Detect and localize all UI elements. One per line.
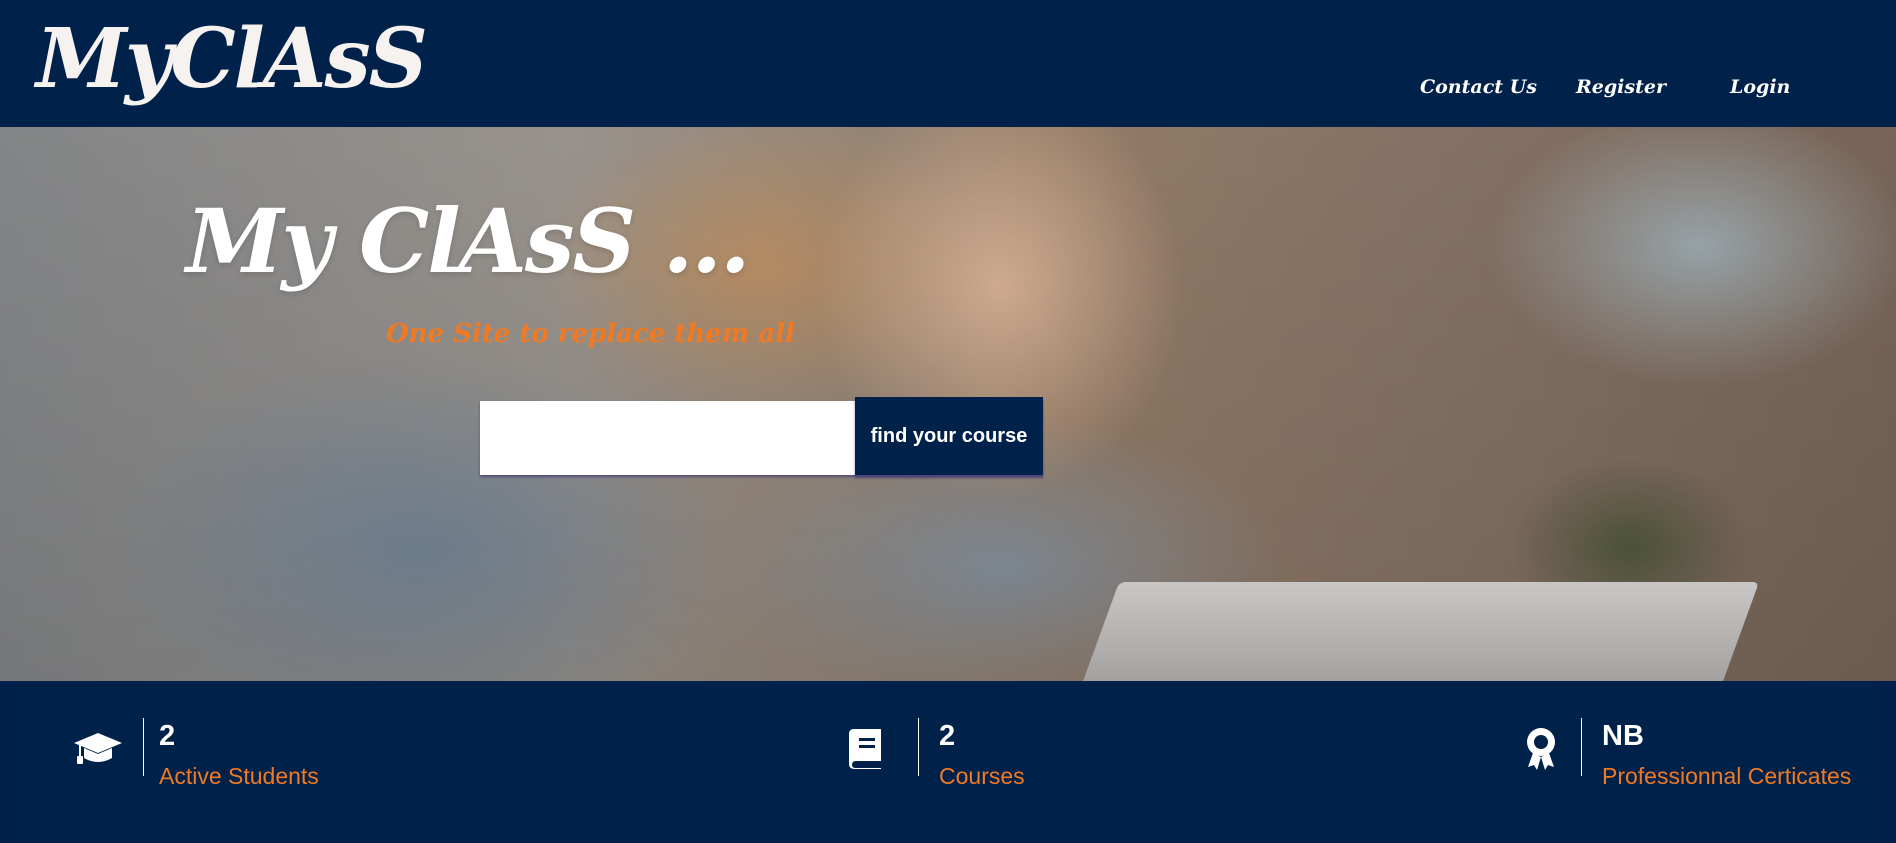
stat-value: 2 xyxy=(939,720,956,752)
stat-label: Professionnal Certicates xyxy=(1602,763,1852,789)
hero-subtitle: One Site to replace them all xyxy=(386,319,795,349)
stat-value: 2 xyxy=(159,720,176,752)
hero-laptop-graphic xyxy=(1060,582,1760,681)
site-header: MyClAsS Contact Us Register Login xyxy=(0,0,1896,127)
stat-label: Active Students xyxy=(159,763,319,789)
site-logo[interactable]: MyClAsS xyxy=(36,18,428,100)
find-course-button[interactable]: find your course xyxy=(855,397,1043,475)
stat-label: Courses xyxy=(939,763,1025,789)
stat-divider xyxy=(918,718,919,776)
book-icon xyxy=(839,722,893,776)
stat-divider xyxy=(1581,718,1582,776)
nav-contact-link[interactable]: Contact Us xyxy=(1420,76,1537,98)
page: MyClAsS Contact Us Register Login My ClA… xyxy=(0,0,1896,843)
nav-register-link[interactable]: Register xyxy=(1576,76,1666,98)
course-search-input[interactable] xyxy=(480,401,856,475)
award-ribbon-icon xyxy=(1524,722,1558,776)
hero-title: My ClAsS ... xyxy=(186,189,751,293)
hero-section: My ClAsS ... One Site to replace them al… xyxy=(0,127,1896,681)
graduation-cap-icon xyxy=(71,722,125,776)
nav-login-link[interactable]: Login xyxy=(1730,76,1790,98)
stats-bar: 2 Active Students 2 Courses NB Professio… xyxy=(19,681,1879,843)
stat-divider xyxy=(143,718,144,776)
stat-value: NB xyxy=(1602,720,1644,752)
